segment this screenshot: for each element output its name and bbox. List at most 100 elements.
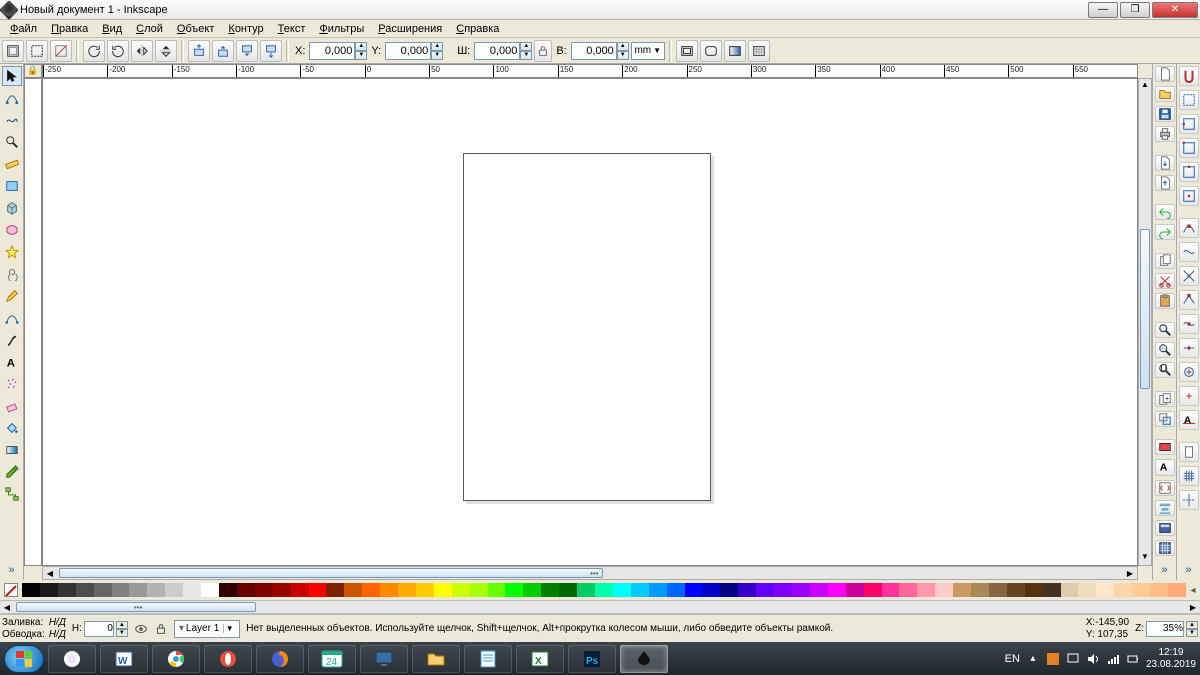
menu-расширения[interactable]: Расширения: [372, 22, 448, 36]
swatch[interactable]: [1096, 583, 1114, 597]
minimize-button[interactable]: —: [1088, 2, 1118, 18]
rotate-cw-button[interactable]: [107, 40, 129, 62]
commands-more[interactable]: »: [1161, 560, 1167, 580]
swatch[interactable]: [1168, 583, 1186, 597]
swatch[interactable]: [541, 583, 559, 597]
swatch[interactable]: [864, 583, 882, 597]
lock-aspect-button[interactable]: [534, 40, 552, 62]
affect-gradient-button[interactable]: [724, 40, 746, 62]
palette-scrollbar[interactable]: ◀ ••• ▶: [0, 600, 1200, 614]
x-input[interactable]: ▲▼: [309, 42, 367, 60]
taskbar-notepad[interactable]: [464, 645, 512, 673]
taskbar-yandex[interactable]: [48, 645, 96, 673]
snap-bbox-center-button[interactable]: [1179, 186, 1199, 206]
menu-правка[interactable]: Правка: [45, 22, 94, 36]
swatch[interactable]: [720, 583, 738, 597]
swatch[interactable]: [470, 583, 488, 597]
swatch[interactable]: [309, 583, 327, 597]
scroll-up-icon[interactable]: ▲: [1139, 79, 1151, 93]
cut-button[interactable]: [1155, 273, 1175, 289]
affect-corners-button[interactable]: [700, 40, 722, 62]
taskbar-calendar[interactable]: 24: [308, 645, 356, 673]
text-dialog-button[interactable]: A: [1155, 459, 1175, 475]
swatch[interactable]: [255, 583, 273, 597]
menu-текст[interactable]: Текст: [272, 22, 312, 36]
taskbar-inkscape[interactable]: [620, 645, 668, 673]
swatch[interactable]: [165, 583, 183, 597]
horizontal-scrollbar[interactable]: ◀ ••• ▶: [42, 566, 1138, 580]
swatch[interactable]: [326, 583, 344, 597]
selector-tool[interactable]: [2, 66, 22, 86]
measure-tool[interactable]: [2, 154, 22, 174]
toolbox-more[interactable]: »: [8, 560, 14, 580]
swatch[interactable]: [1043, 583, 1061, 597]
swatch[interactable]: [201, 583, 219, 597]
zoom-drawing-button[interactable]: [1155, 342, 1175, 358]
snap-center-button[interactable]: [1179, 362, 1199, 382]
clock[interactable]: 12:19 23.08.2019: [1146, 647, 1196, 671]
layer-select[interactable]: ▾ Layer 1 ▼: [174, 620, 240, 638]
swatch[interactable]: [613, 583, 631, 597]
swatch[interactable]: [452, 583, 470, 597]
swatch[interactable]: [595, 583, 613, 597]
w-input[interactable]: ▲▼: [474, 42, 532, 60]
scroll-left-icon[interactable]: ◀: [43, 569, 57, 578]
menu-объект[interactable]: Объект: [171, 22, 220, 36]
snap-bbox-corner-button[interactable]: [1179, 138, 1199, 158]
zoom-input[interactable]: [1146, 621, 1184, 637]
swatch[interactable]: [953, 583, 971, 597]
layer-visible-icon[interactable]: [134, 622, 148, 636]
copy-button[interactable]: [1155, 253, 1175, 269]
layer-lock-icon[interactable]: [154, 622, 168, 636]
pencil-tool[interactable]: [2, 286, 22, 306]
snap-midpoint-button[interactable]: [1179, 338, 1199, 358]
snap-text-baseline-button[interactable]: A: [1179, 410, 1199, 430]
zoom-selection-button[interactable]: [1155, 322, 1175, 338]
swatch[interactable]: [792, 583, 810, 597]
swatch[interactable]: [237, 583, 255, 597]
unit-select[interactable]: mm▼: [631, 42, 665, 60]
snap-node-button[interactable]: [1179, 218, 1199, 238]
opacity-input[interactable]: [84, 621, 114, 637]
ellipse-tool[interactable]: [2, 220, 22, 240]
taskbar-monitor[interactable]: [360, 645, 408, 673]
import-button[interactable]: [1155, 155, 1175, 171]
lower-button[interactable]: [236, 40, 258, 62]
swatch[interactable]: [685, 583, 703, 597]
swatch[interactable]: [1078, 583, 1096, 597]
export-button[interactable]: [1155, 175, 1175, 191]
swatch[interactable]: [147, 583, 165, 597]
snap-smooth-button[interactable]: [1179, 314, 1199, 334]
prefs-button[interactable]: [1155, 520, 1175, 536]
tray-flag-icon[interactable]: [1046, 652, 1060, 666]
box3d-tool[interactable]: [2, 198, 22, 218]
calligraphy-tool[interactable]: [2, 330, 22, 350]
open-button[interactable]: [1155, 86, 1175, 102]
deselect-button[interactable]: [50, 40, 72, 62]
dropper-tool[interactable]: [2, 462, 22, 482]
save-button[interactable]: [1155, 106, 1175, 122]
eraser-tool[interactable]: [2, 396, 22, 416]
menu-вид[interactable]: Вид: [96, 22, 128, 36]
raise-top-button[interactable]: [188, 40, 210, 62]
snap-guide-button[interactable]: [1179, 490, 1199, 510]
docprops-button[interactable]: [1155, 540, 1175, 556]
snap-path-button[interactable]: [1179, 242, 1199, 262]
swatch[interactable]: [649, 583, 667, 597]
swatch[interactable]: [1025, 583, 1043, 597]
swatch[interactable]: [774, 583, 792, 597]
print-button[interactable]: [1155, 126, 1175, 142]
snap-page-border-button[interactable]: [1179, 442, 1199, 462]
snap-more[interactable]: »: [1185, 560, 1191, 580]
snap-grid-button[interactable]: [1179, 466, 1199, 486]
swatch[interactable]: [129, 583, 147, 597]
paste-button[interactable]: [1155, 293, 1175, 309]
snap-cusp-button[interactable]: [1179, 290, 1199, 310]
swatch[interactable]: [94, 583, 112, 597]
ruler-lock-icon[interactable]: 🔒: [24, 64, 42, 78]
swatch[interactable]: [434, 583, 452, 597]
swatch[interactable]: [40, 583, 58, 597]
vertical-scrollbar[interactable]: ▲ ▼: [1138, 78, 1152, 566]
menu-файл[interactable]: Файл: [4, 22, 43, 36]
swatch[interactable]: [76, 583, 94, 597]
